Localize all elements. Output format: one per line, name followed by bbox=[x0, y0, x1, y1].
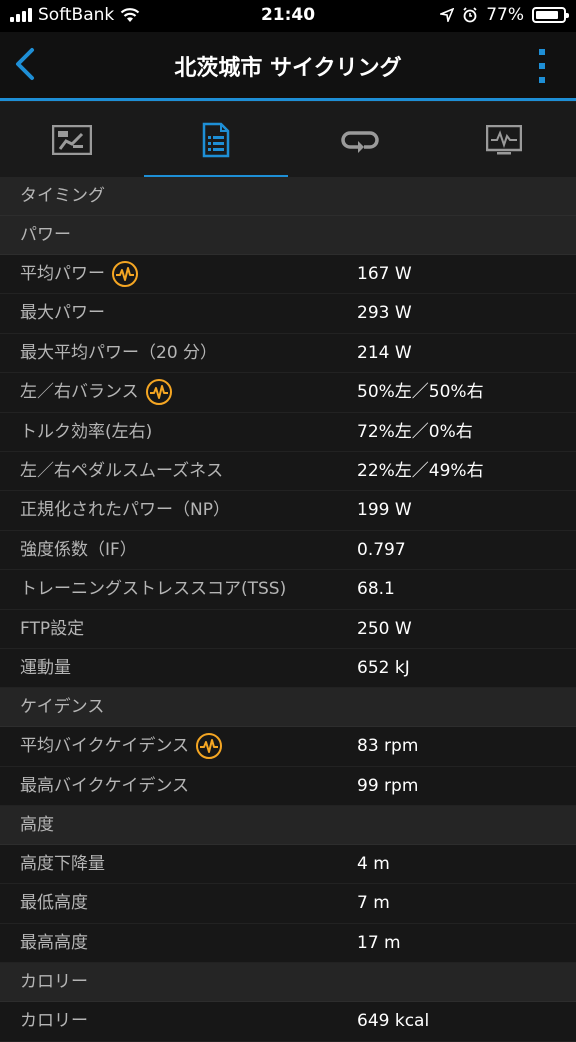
stat-row-max-power: 最大パワー 293 W bbox=[0, 294, 576, 334]
stat-value: 17 m bbox=[357, 932, 401, 953]
stat-label: 運動量 bbox=[20, 657, 71, 678]
stat-row-tss: トレーニングストレススコア(TSS) 68.1 bbox=[0, 570, 576, 610]
section-header-calories: カロリー bbox=[0, 963, 576, 1003]
stat-label: 左／右ペダルスムーズネス bbox=[20, 460, 224, 481]
tab-laps[interactable] bbox=[288, 102, 432, 178]
power-meter-badge-icon bbox=[195, 733, 222, 760]
power-meter-badge-icon bbox=[145, 379, 172, 406]
stat-value: 214 W bbox=[357, 342, 412, 363]
tab-graphs[interactable] bbox=[432, 102, 576, 178]
section-header-cadence: ケイデンス bbox=[0, 688, 576, 728]
stat-label: 平均バイクケイデンス bbox=[20, 727, 223, 765]
stat-row-pedal-smoothness: 左／右ペダルスムーズネス 22%左／49%右 bbox=[0, 451, 576, 492]
power-meter-badge-icon bbox=[112, 261, 138, 287]
stat-label: トレーニングストレススコア(TSS) bbox=[20, 579, 287, 600]
stat-row-min-elevation: 最低高度 7 m bbox=[0, 884, 576, 924]
page-title: 北茨城市 サイクリング bbox=[174, 56, 402, 81]
status-right: 77% bbox=[440, 5, 569, 25]
battery-percent: 77% bbox=[486, 5, 524, 25]
stat-row-calories: カロリー 649 kcal bbox=[0, 1002, 576, 1042]
stat-row-max-cadence: 最高バイクケイデンス 99 rpm bbox=[0, 766, 576, 807]
stat-value: 167 W bbox=[357, 264, 412, 284]
stat-row-intensity-factor: 強度係数（IF） 0.797 bbox=[0, 530, 576, 571]
stat-label: 最大平均パワー（20 分） bbox=[20, 342, 218, 363]
stat-value: 293 W bbox=[357, 303, 412, 324]
stat-value: 649 kcal bbox=[357, 1011, 430, 1032]
stat-label: FTP設定 bbox=[20, 618, 85, 639]
stat-label-text: 左／右バランス bbox=[20, 382, 139, 403]
section-header-power: パワー bbox=[0, 216, 576, 255]
stat-label: 最低高度 bbox=[20, 893, 88, 914]
section-header-timing[interactable]: タイミング bbox=[0, 177, 576, 216]
stat-value: 7 m bbox=[357, 893, 390, 914]
stat-value: 0.797 bbox=[357, 539, 406, 560]
more-options-button[interactable] bbox=[532, 46, 552, 86]
stat-row-max-avg-power-20min: 最大平均パワー（20 分） 214 W bbox=[0, 333, 576, 374]
stat-value: 250 W bbox=[357, 618, 412, 639]
stat-row-ftp-setting: FTP設定 250 W bbox=[0, 609, 576, 649]
stat-label: 左／右バランス bbox=[20, 373, 173, 411]
details-list-icon bbox=[202, 122, 230, 158]
activity-details-list[interactable]: タイミング パワー 平均パワー 167 W 最大パワー 293 W 最大平均パワ… bbox=[0, 177, 576, 1042]
navigation-bar: 北茨城市 サイクリング bbox=[0, 32, 576, 101]
summary-chart-icon bbox=[52, 125, 92, 155]
stat-row-total-descent: 高度下降量 4 m bbox=[0, 845, 576, 885]
stat-label: 最高バイクケイデンス bbox=[20, 775, 189, 796]
graph-monitor-icon bbox=[486, 125, 522, 155]
stat-value: 72%左／0%右 bbox=[357, 421, 473, 442]
stat-value: 199 W bbox=[357, 500, 412, 521]
stat-value: 50%左／50%右 bbox=[357, 382, 484, 403]
stat-row-work: 運動量 652 kJ bbox=[0, 648, 576, 689]
stat-label-text: 平均バイクケイデンス bbox=[20, 736, 189, 757]
status-bar: SoftBank 21:40 77% bbox=[0, 0, 576, 32]
battery-icon bbox=[532, 7, 569, 23]
stat-row-lr-balance: 左／右バランス 50%左／50%右 bbox=[0, 373, 576, 413]
stat-row-normalized-power: 正規化されたパワー（NP） 199 W bbox=[0, 491, 576, 531]
stat-label: カロリー bbox=[20, 1011, 88, 1032]
tab-bar bbox=[0, 101, 576, 179]
laps-loop-icon bbox=[341, 131, 379, 153]
stat-label: 最大パワー bbox=[20, 303, 105, 324]
stat-row-avg-cadence: 平均バイクケイデンス 83 rpm bbox=[0, 727, 576, 767]
tab-summary[interactable] bbox=[0, 102, 144, 178]
stat-value: 99 rpm bbox=[357, 775, 419, 796]
stat-row-avg-power: 平均パワー 167 W bbox=[0, 255, 576, 295]
stat-label: 強度係数（IF） bbox=[20, 539, 137, 560]
stat-value: 22%左／49%右 bbox=[357, 460, 484, 481]
stat-value: 83 rpm bbox=[357, 736, 419, 757]
stat-label-text: 平均パワー bbox=[20, 264, 105, 284]
location-arrow-icon bbox=[440, 8, 455, 22]
stat-row-torque-effectiveness: トルク効率(左右) 72%左／0%右 bbox=[0, 412, 576, 452]
vertical-ellipsis-icon bbox=[539, 49, 545, 83]
stat-label: 高度下降量 bbox=[20, 854, 105, 875]
section-header-elevation: 高度 bbox=[0, 806, 576, 846]
stat-row-max-elevation: 最高高度 17 m bbox=[0, 923, 576, 964]
stat-label: 最高高度 bbox=[20, 932, 88, 953]
stat-label: 平均パワー bbox=[20, 255, 139, 293]
stat-value: 652 kJ bbox=[357, 657, 410, 678]
stat-label: トルク効率(左右) bbox=[20, 421, 153, 442]
tab-details[interactable] bbox=[144, 102, 288, 178]
alarm-clock-icon bbox=[463, 7, 477, 23]
stat-label: 正規化されたパワー（NP） bbox=[20, 500, 230, 521]
stat-value: 68.1 bbox=[357, 579, 395, 600]
stat-value: 4 m bbox=[357, 854, 390, 875]
